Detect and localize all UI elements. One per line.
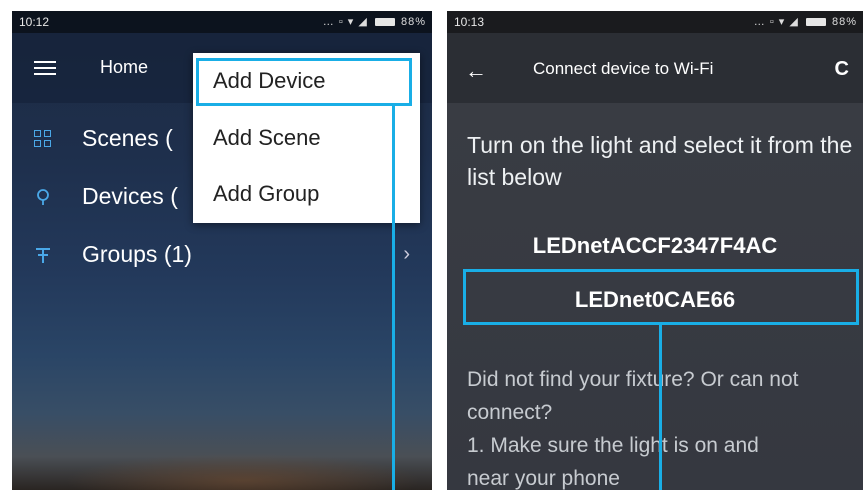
composite-screenshot: 10:12 … ▫ ▾ ◢ 88% Home Scenes (Devices …	[0, 0, 863, 490]
battery-level: 88%	[831, 16, 857, 28]
callout-line	[392, 106, 395, 490]
signal-icon: … ▫ ▾ ◢	[753, 16, 799, 28]
status-icons: … ▫ ▾ ◢ 88%	[754, 11, 857, 33]
status-bar: 10:13 … ▫ ▾ ◢ 88%	[447, 11, 863, 33]
nav-item-label: Scenes (	[82, 125, 173, 151]
status-icons: … ▫ ▾ ◢ 88%	[323, 11, 426, 33]
bulb-icon	[37, 189, 49, 205]
signal-icon: … ▫ ▾ ◢	[322, 16, 368, 28]
menu-item-add-group[interactable]: Add Group	[193, 166, 420, 222]
refresh-icon[interactable]: C	[835, 58, 849, 81]
network-item[interactable]: LEDnetACCF2347F4AC	[447, 233, 863, 259]
battery-icon	[805, 18, 826, 27]
status-time: 10:12	[19, 15, 50, 29]
app-toolbar: ← Connect device to Wi-Fi C	[447, 33, 863, 103]
menu-item-label: Add Scene	[213, 125, 321, 150]
status-bar: 10:12 … ▫ ▾ ◢ 88%	[12, 11, 432, 33]
battery-level: 88%	[400, 16, 426, 28]
help-line: Did not find your fixture? Or can not co…	[467, 368, 799, 424]
callout-line	[659, 325, 662, 490]
toolbar-title: Home	[100, 57, 149, 77]
connect-wifi-screen: 10:13 … ▫ ▾ ◢ 88% ← Connect device to Wi…	[447, 11, 863, 490]
status-time: 10:13	[454, 15, 485, 29]
nav-item-label: Groups (1)	[82, 241, 192, 267]
instruction-text: Turn on the light and select it from the…	[467, 132, 853, 190]
back-arrow-icon[interactable]: ←	[465, 60, 487, 82]
add-device-highlight	[196, 58, 412, 106]
help-text: Did not find your fixture? Or can not co…	[467, 363, 861, 490]
hamburger-icon[interactable]	[34, 61, 56, 75]
chevron-right-icon: ›	[403, 243, 410, 265]
network-highlight	[463, 269, 859, 325]
menu-item-add-scene[interactable]: Add Scene	[193, 110, 420, 166]
battery-icon	[374, 18, 395, 27]
help-line: 1. Make sure the light is on and	[467, 434, 759, 457]
groups-icon	[36, 248, 50, 263]
toolbar-title: Connect device to Wi-Fi	[533, 59, 714, 78]
menu-item-label: Add Group	[213, 181, 320, 206]
scenes-icon	[34, 130, 52, 148]
nav-item-groups[interactable]: Groups (1) ›	[12, 229, 432, 287]
help-line: near your phone	[467, 467, 620, 490]
nav-item-label: Devices (	[82, 183, 178, 209]
